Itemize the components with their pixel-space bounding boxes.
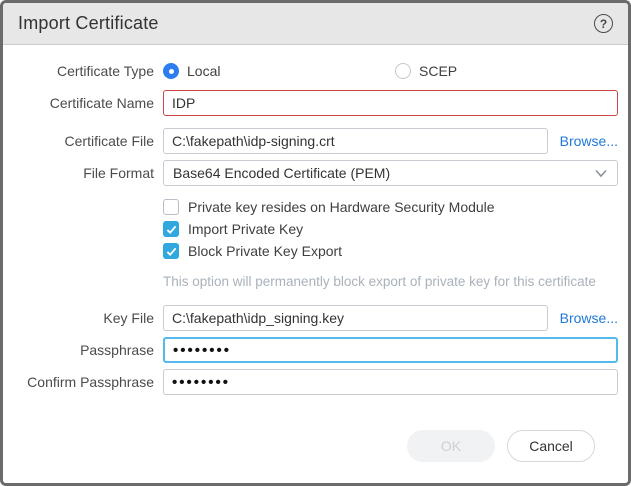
block-export-note: This option will permanently block expor… bbox=[163, 274, 618, 289]
import-private-key-checkbox[interactable]: Import Private Key bbox=[163, 221, 303, 237]
import-certificate-dialog: Import Certificate ? Certificate Type Lo… bbox=[0, 0, 631, 486]
certificate-name-label: Certificate Name bbox=[14, 95, 154, 111]
certificate-file-input[interactable] bbox=[163, 128, 548, 154]
cancel-button[interactable]: Cancel bbox=[507, 430, 595, 462]
dialog-footer: OK Cancel bbox=[14, 395, 618, 462]
block-private-key-export-checkbox-row: Block Private Key Export bbox=[14, 243, 618, 259]
ok-button[interactable]: OK bbox=[407, 430, 495, 462]
certificate-file-browse-link[interactable]: Browse... bbox=[560, 133, 618, 149]
help-icon[interactable]: ? bbox=[594, 14, 613, 33]
certificate-name-input[interactable] bbox=[163, 90, 618, 116]
radio-option-scep[interactable]: SCEP bbox=[395, 63, 457, 79]
radio-option-local-label: Local bbox=[187, 63, 220, 79]
passphrase-label: Passphrase bbox=[14, 342, 154, 358]
hsm-checkbox-label: Private key resides on Hardware Security… bbox=[188, 199, 495, 215]
hsm-checkbox[interactable]: Private key resides on Hardware Security… bbox=[163, 199, 495, 215]
file-format-selected-value: Base64 Encoded Certificate (PEM) bbox=[173, 165, 390, 181]
certificate-name-row: Certificate Name bbox=[14, 90, 618, 116]
checkbox-checked-icon[interactable] bbox=[163, 243, 179, 259]
confirm-passphrase-row: Confirm Passphrase bbox=[14, 369, 618, 395]
dialog-titlebar: Import Certificate ? bbox=[3, 3, 628, 45]
certificate-type-row: Certificate Type Local SCEP bbox=[14, 63, 618, 79]
passphrase-input[interactable] bbox=[163, 337, 618, 363]
confirm-passphrase-label: Confirm Passphrase bbox=[14, 374, 154, 390]
file-format-select[interactable]: Base64 Encoded Certificate (PEM) bbox=[163, 160, 618, 186]
certificate-file-row: Certificate File Browse... bbox=[14, 128, 618, 154]
import-private-key-checkbox-row: Import Private Key bbox=[14, 221, 618, 237]
dialog-title: Import Certificate bbox=[18, 13, 159, 34]
confirm-passphrase-input[interactable] bbox=[163, 369, 618, 395]
key-file-input[interactable] bbox=[163, 305, 548, 331]
file-format-row: File Format Base64 Encoded Certificate (… bbox=[14, 160, 618, 186]
block-private-key-export-checkbox[interactable]: Block Private Key Export bbox=[163, 243, 342, 259]
checkbox-unchecked-icon[interactable] bbox=[163, 199, 179, 215]
checkmark-icon bbox=[166, 246, 177, 257]
dialog-content: Certificate Type Local SCEP Certificate … bbox=[3, 45, 628, 483]
radio-unselected-icon[interactable] bbox=[395, 63, 411, 79]
radio-selected-icon[interactable] bbox=[163, 63, 179, 79]
certificate-file-label: Certificate File bbox=[14, 133, 154, 149]
radio-option-scep-label: SCEP bbox=[419, 63, 457, 79]
key-file-row: Key File Browse... bbox=[14, 305, 618, 331]
certificate-type-label: Certificate Type bbox=[14, 63, 154, 79]
hsm-checkbox-row: Private key resides on Hardware Security… bbox=[14, 199, 618, 215]
checkmark-icon bbox=[166, 224, 177, 235]
checkbox-checked-icon[interactable] bbox=[163, 221, 179, 237]
chevron-down-icon bbox=[594, 166, 608, 180]
import-private-key-checkbox-label: Import Private Key bbox=[188, 221, 303, 237]
block-private-key-export-checkbox-label: Block Private Key Export bbox=[188, 243, 342, 259]
certificate-type-radio-group: Local SCEP bbox=[163, 63, 618, 79]
radio-option-local[interactable]: Local bbox=[163, 63, 395, 79]
key-file-browse-link[interactable]: Browse... bbox=[560, 310, 618, 326]
key-file-label: Key File bbox=[14, 310, 154, 326]
block-export-note-row: This option will permanently block expor… bbox=[14, 265, 618, 299]
file-format-label: File Format bbox=[14, 165, 154, 181]
passphrase-row: Passphrase bbox=[14, 337, 618, 363]
